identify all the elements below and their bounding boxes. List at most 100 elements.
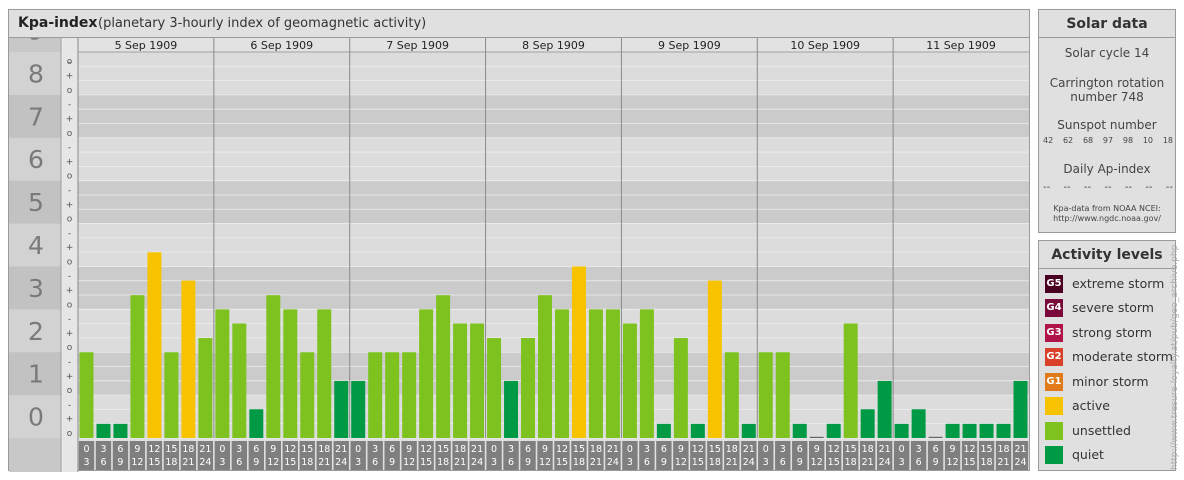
interval-start-label: 9 — [542, 444, 548, 455]
interval-end-label: 6 — [236, 457, 242, 468]
interval-start-label: 21 — [1014, 444, 1026, 455]
y-subtick-label: o — [67, 172, 73, 182]
y-subtick-label: + — [66, 200, 74, 210]
y-tick-label: 8 — [28, 59, 44, 88]
y-band — [78, 266, 1029, 310]
sunspot-value: 68 — [1082, 136, 1094, 145]
y-subtick-label: + — [66, 415, 74, 425]
interval-start-label: 15 — [845, 444, 857, 455]
kpa-bar — [249, 409, 264, 438]
sunspot-title: Sunspot number — [1057, 118, 1157, 132]
y-subtick-label: + — [66, 157, 74, 167]
legend-swatch-quiet — [1045, 446, 1063, 464]
y-subtick-label: + — [66, 243, 74, 253]
legend-label: unsettled — [1072, 423, 1131, 438]
interval-start-label: 15 — [709, 444, 721, 455]
interval-end-label: 15 — [828, 457, 840, 468]
interval-start-label: 6 — [389, 444, 395, 455]
interval-start-label: 0 — [899, 444, 905, 455]
y-subtick-label: o — [67, 257, 73, 267]
date-label: 5 Sep 1909 — [115, 39, 178, 52]
interval-end-label: 24 — [879, 457, 891, 468]
kpa-bar — [334, 380, 349, 438]
interval-end-label: 3 — [219, 457, 225, 468]
kpa-bar — [470, 323, 485, 438]
interval-start-label: 0 — [83, 444, 89, 455]
interval-start-label: 21 — [607, 444, 619, 455]
y-subtick-label: + — [66, 72, 74, 82]
kpa-bar-chart: 5 Sep 1909 6 Sep 1909 7 Sep 1909 8 Sep 1909… — [9, 38, 1029, 472]
kpa-bar — [894, 423, 909, 438]
interval-end-label: 24 — [335, 457, 347, 468]
legend-label: strong storm — [1072, 325, 1152, 340]
kpa-bar — [690, 423, 705, 438]
kpa-bar — [453, 323, 468, 438]
legend-swatch-g5: G5 — [1045, 275, 1063, 293]
interval-end-label: 21 — [726, 457, 738, 468]
interval-end-label: 6 — [780, 457, 786, 468]
ap-value: -- — [1083, 182, 1092, 193]
kpa-bar — [911, 409, 926, 438]
legend-swatch-g1: G1 — [1045, 373, 1063, 391]
interval-end-label: 9 — [117, 457, 123, 468]
y-subtick-label: - — [68, 100, 71, 110]
interval-end-label: 12 — [539, 457, 551, 468]
kpa-bar — [826, 423, 841, 438]
interval-end-label: 24 — [471, 457, 483, 468]
interval-end-label: 24 — [607, 457, 619, 468]
kpa-bar — [622, 323, 637, 438]
y-subtick-label: o — [67, 129, 73, 139]
interval-end-label: 9 — [933, 457, 939, 468]
ap-index-values: -- -- -- -- -- -- -- — [1043, 182, 1173, 193]
interval-end-label: 3 — [83, 457, 89, 468]
interval-end-label: 21 — [862, 457, 874, 468]
legend-label: quiet — [1072, 447, 1104, 462]
kpa-bar — [232, 323, 247, 438]
solar-data-panel: Solar data Solar cycle 14 Carrington rot… — [1038, 9, 1176, 233]
ap-value: -- — [1145, 182, 1153, 193]
sunspot-value: 42 — [1043, 136, 1054, 145]
interval-start-label: 6 — [253, 444, 259, 455]
legend-item-moderate-storm: G2 moderate storm — [1045, 348, 1175, 368]
interval-start-label: 21 — [471, 444, 483, 455]
sunspot-value: 97 — [1102, 136, 1114, 145]
kpa-bar — [147, 252, 162, 438]
y-subtick-label: o — [67, 343, 73, 353]
y-subtick-label: - — [68, 358, 71, 368]
interval-start-label: 21 — [335, 444, 347, 455]
kpa-bar — [775, 352, 790, 438]
carrington-rotation-number: number 748 — [1070, 90, 1144, 104]
y-tick-label: 4 — [28, 231, 44, 260]
interval-start-label: 6 — [117, 444, 123, 455]
kpa-bar — [928, 436, 943, 438]
interval-end-label: 21 — [997, 457, 1009, 468]
legend-swatch-g4: G4 — [1045, 299, 1063, 317]
interval-end-label: 9 — [797, 457, 803, 468]
interval-end-label: 18 — [165, 457, 177, 468]
interval-start-label: 18 — [997, 444, 1009, 455]
kpa-bar — [181, 280, 196, 438]
legend-swatch-active — [1045, 397, 1063, 415]
interval-start-label: 6 — [525, 444, 531, 455]
legend-item-severe-storm: G4 severe storm — [1045, 299, 1175, 319]
interval-end-label: 9 — [253, 457, 259, 468]
y-tick-label: 1 — [28, 360, 44, 389]
date-label: 10 Sep 1909 — [790, 39, 860, 52]
interval-end-label: 12 — [675, 457, 687, 468]
kpa-bar — [741, 423, 756, 438]
sunspot-values: 42 62 68 97 98 10 18 — [1043, 136, 1173, 145]
interval-start-label: 9 — [950, 444, 956, 455]
kpa-bar — [215, 309, 230, 438]
ap-value: -- — [1063, 182, 1071, 193]
y-subtick-label: + — [66, 329, 74, 339]
sunspot-value: 62 — [1062, 136, 1074, 145]
interval-end-label: 15 — [556, 457, 568, 468]
kpa-bar — [521, 338, 536, 438]
y-subtick-label: + — [66, 286, 74, 296]
interval-end-label: 6 — [508, 457, 514, 468]
interval-end-label: 21 — [590, 457, 602, 468]
interval-start-label: 15 — [437, 444, 449, 455]
y-subtick-label: o — [67, 300, 73, 310]
kpa-bar — [164, 352, 179, 438]
interval-end-label: 24 — [199, 457, 211, 468]
